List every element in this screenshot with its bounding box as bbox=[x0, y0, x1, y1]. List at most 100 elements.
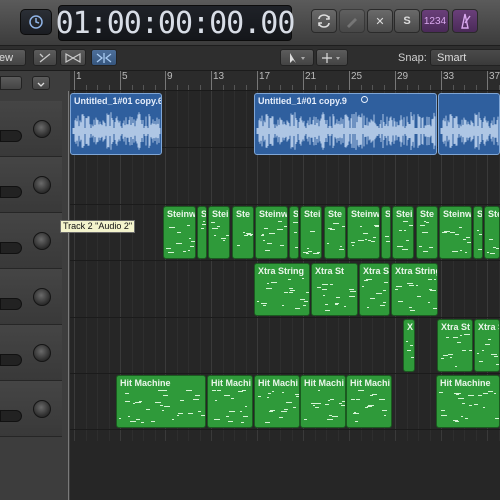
playhead[interactable] bbox=[68, 91, 69, 500]
midi-note bbox=[452, 251, 458, 252]
midi-note bbox=[257, 301, 259, 302]
pointer-tool-menu[interactable] bbox=[280, 49, 314, 66]
view-menu[interactable]: ew bbox=[0, 49, 26, 66]
midi-region[interactable]: Hit Machi bbox=[300, 375, 346, 428]
midi-region[interactable]: Steinwa bbox=[255, 206, 288, 259]
pan-knob[interactable] bbox=[33, 176, 51, 194]
audio-region[interactable] bbox=[438, 93, 500, 155]
midi-region[interactable]: Hit Machi bbox=[254, 375, 300, 428]
midi-note bbox=[177, 415, 179, 416]
count-in-button[interactable]: 1234 bbox=[421, 9, 449, 33]
midi-note bbox=[151, 421, 155, 422]
track-fader[interactable] bbox=[0, 130, 22, 142]
mute-button[interactable]: ✕ bbox=[367, 9, 393, 33]
midi-note bbox=[372, 394, 377, 395]
midi-region[interactable]: Xtra St bbox=[474, 319, 500, 372]
ruler-beat-tick bbox=[97, 85, 98, 90]
midi-region[interactable]: X bbox=[403, 319, 415, 372]
marquee-tool-menu[interactable] bbox=[316, 49, 348, 66]
midi-region[interactable]: S bbox=[197, 206, 207, 259]
region-name: Stei bbox=[212, 209, 229, 219]
midi-region[interactable]: Xtra String bbox=[391, 263, 438, 316]
audio-region[interactable]: Untitled_1#01 copy.6 bbox=[70, 93, 162, 155]
audio-region[interactable]: Untitled_1#01 copy.9 bbox=[254, 93, 437, 155]
midi-note bbox=[289, 288, 293, 289]
catch-button[interactable] bbox=[33, 49, 57, 66]
midi-note bbox=[130, 421, 136, 422]
header-options-button[interactable] bbox=[0, 76, 22, 90]
midi-region[interactable]: S bbox=[289, 206, 299, 259]
midi-region[interactable]: Xtra String bbox=[254, 263, 310, 316]
track-header[interactable] bbox=[0, 101, 62, 157]
header-dropdown-button[interactable] bbox=[32, 76, 50, 90]
midi-region[interactable]: Hit Machine bbox=[436, 375, 500, 428]
snap-select[interactable]: Smart bbox=[430, 49, 500, 66]
track-header[interactable] bbox=[0, 325, 62, 381]
solo-button[interactable]: S bbox=[394, 9, 420, 33]
midi-note bbox=[162, 410, 164, 411]
midi-note bbox=[188, 413, 193, 414]
zoom-fit-button[interactable] bbox=[60, 49, 86, 66]
ruler-beat-tick bbox=[360, 85, 362, 90]
flex-button[interactable] bbox=[91, 49, 117, 66]
region-name: Ste bbox=[420, 209, 435, 219]
midi-note bbox=[419, 246, 422, 247]
time-display[interactable]: 01:00:00:00.00 bbox=[56, 5, 295, 41]
track-header[interactable] bbox=[0, 269, 62, 325]
track-fader[interactable] bbox=[0, 242, 22, 254]
midi-region[interactable]: Hit Machine bbox=[116, 375, 206, 428]
midi-note bbox=[169, 227, 175, 228]
metronome-button[interactable] bbox=[452, 9, 478, 33]
midi-region[interactable]: Steinwa bbox=[347, 206, 380, 259]
midi-note bbox=[198, 411, 201, 412]
track-fader[interactable] bbox=[0, 410, 22, 422]
pan-knob[interactable] bbox=[33, 344, 51, 362]
midi-note bbox=[288, 279, 291, 280]
midi-region[interactable]: Hit Machi bbox=[346, 375, 392, 428]
midi-region[interactable]: S bbox=[473, 206, 483, 259]
track-header[interactable] bbox=[0, 157, 62, 213]
track-header[interactable] bbox=[0, 381, 62, 437]
midi-region[interactable]: Ste bbox=[416, 206, 438, 259]
midi-note bbox=[261, 235, 264, 236]
pan-knob[interactable] bbox=[33, 400, 51, 418]
ruler-beat-tick bbox=[383, 85, 385, 90]
midi-region[interactable]: S bbox=[381, 206, 391, 259]
midi-note bbox=[304, 419, 307, 420]
midi-region[interactable]: Ste bbox=[232, 206, 254, 259]
midi-note bbox=[258, 396, 261, 397]
midi-note bbox=[293, 407, 296, 408]
cycle-button[interactable] bbox=[311, 9, 337, 33]
midi-note bbox=[422, 232, 428, 233]
midi-note bbox=[241, 422, 244, 423]
pan-knob[interactable] bbox=[33, 232, 51, 250]
midi-region[interactable]: Xtra St bbox=[437, 319, 473, 372]
midi-region[interactable]: Ste bbox=[484, 206, 500, 259]
replace-button[interactable] bbox=[339, 9, 365, 33]
midi-region[interactable]: Ste bbox=[324, 206, 346, 259]
empty-track-area[interactable] bbox=[70, 441, 500, 500]
tracks-area[interactable]: Untitled_1#01 copy.6 Untitled_1#01 copy.9… bbox=[70, 91, 500, 441]
midi-note bbox=[328, 228, 332, 229]
clock-button[interactable] bbox=[20, 9, 52, 35]
midi-note bbox=[410, 310, 415, 311]
track-header[interactable] bbox=[0, 213, 62, 269]
midi-region[interactable]: Xtra St bbox=[359, 263, 390, 316]
midi-region[interactable]: Stei bbox=[300, 206, 322, 259]
track-fader[interactable] bbox=[0, 354, 22, 366]
midi-note bbox=[398, 301, 403, 302]
track-fader[interactable] bbox=[0, 186, 22, 198]
bar-ruler[interactable]: 1 5 9 13 17 21 25 29 33 37 bbox=[70, 71, 500, 91]
midi-region[interactable]: Hit Machi bbox=[207, 375, 253, 428]
midi-region[interactable]: Steinwa bbox=[439, 206, 472, 259]
midi-note bbox=[370, 298, 375, 299]
midi-region[interactable]: Steinwa bbox=[163, 206, 196, 259]
track-fader[interactable] bbox=[0, 298, 22, 310]
midi-note bbox=[428, 302, 430, 303]
midi-region[interactable]: Xtra St bbox=[311, 263, 358, 316]
midi-region[interactable]: Stei bbox=[392, 206, 414, 259]
midi-region[interactable]: Stei bbox=[208, 206, 230, 259]
pan-knob[interactable] bbox=[33, 288, 51, 306]
midi-note bbox=[442, 232, 447, 233]
pan-knob[interactable] bbox=[33, 120, 51, 138]
